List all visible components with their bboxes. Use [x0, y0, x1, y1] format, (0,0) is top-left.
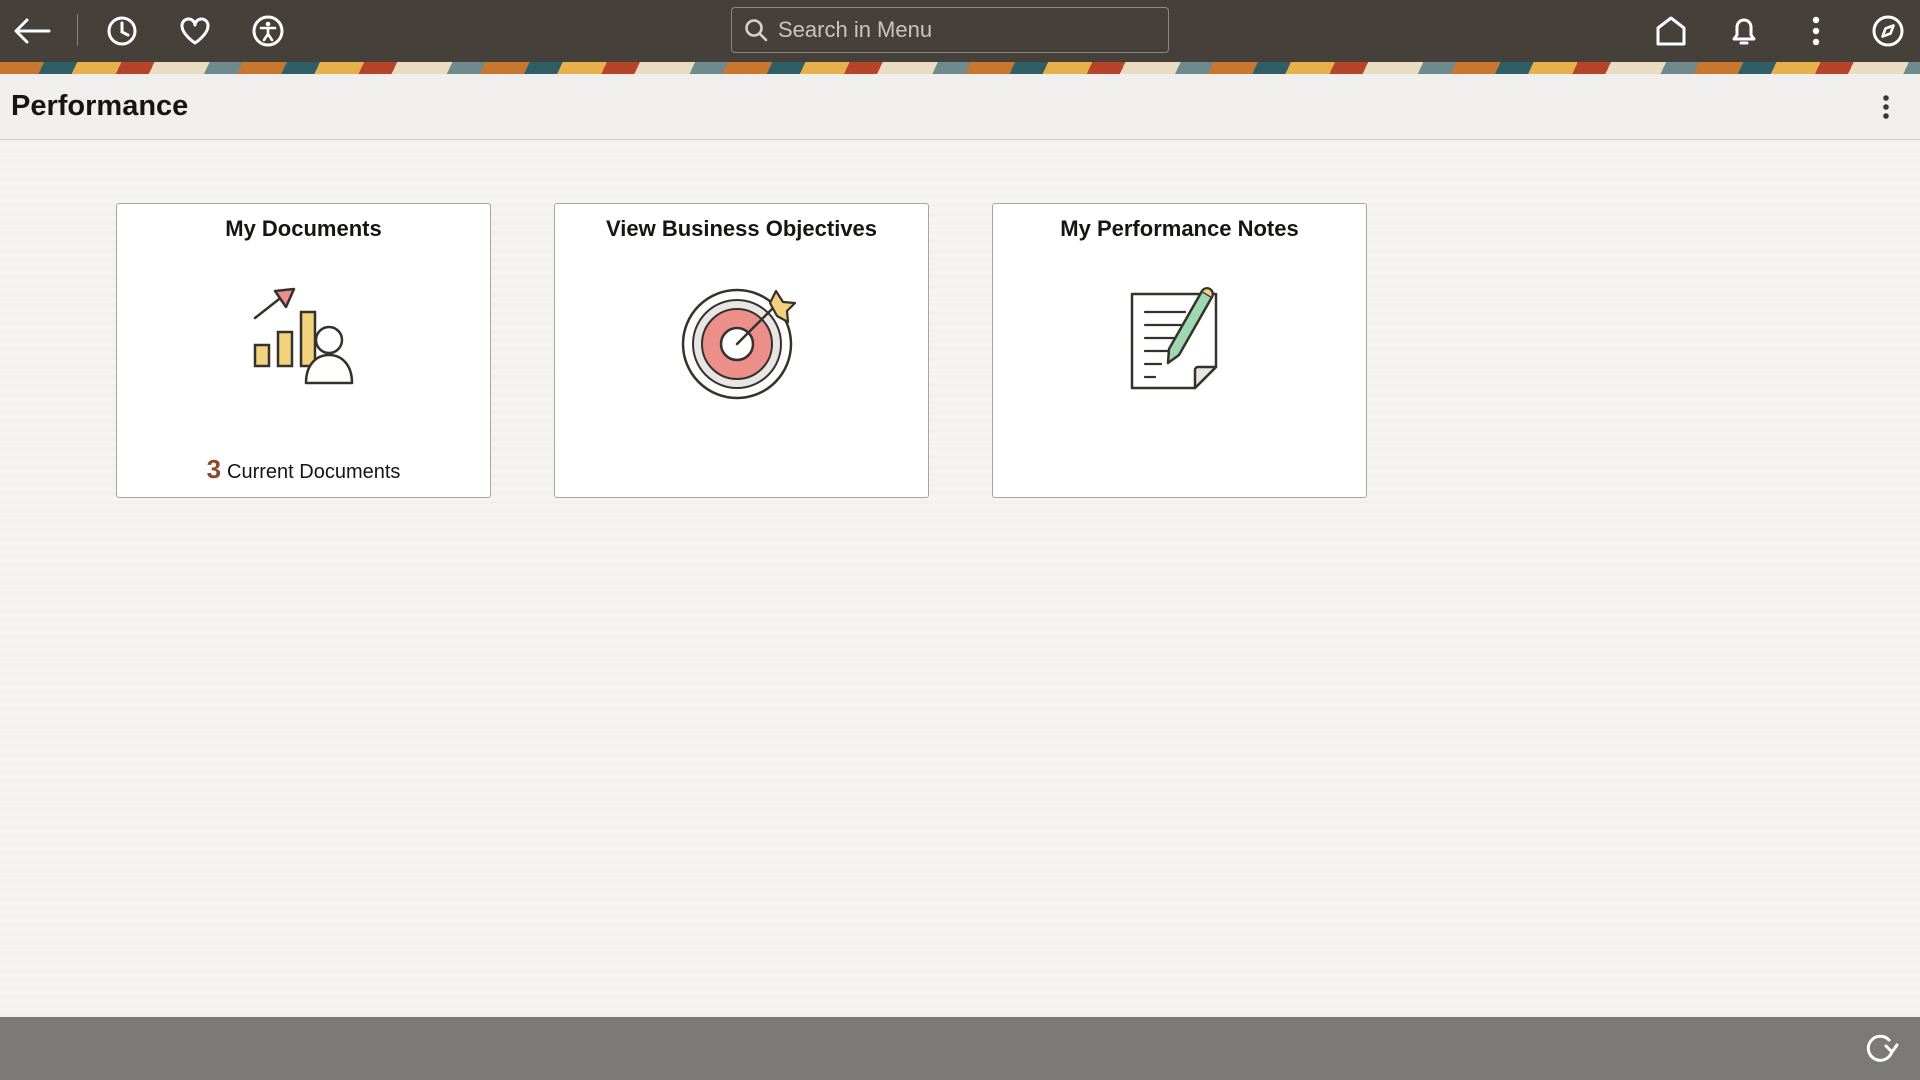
tile-title: My Documents [225, 216, 382, 241]
navigator-button[interactable] [1864, 7, 1912, 55]
refresh-button[interactable] [1862, 1031, 1902, 1067]
page-title: Performance [11, 90, 189, 122]
tile-footer: 3 Current Documents [117, 454, 490, 485]
navigator-compass-icon [1872, 15, 1904, 47]
tile-my-documents[interactable]: My Documents 3 Current Documents [116, 203, 491, 498]
back-button[interactable] [8, 7, 56, 55]
favorites-heart-icon [180, 17, 210, 45]
page-actions-button[interactable] [1870, 90, 1902, 124]
recent-places-button[interactable] [98, 7, 146, 55]
accessibility-button[interactable] [244, 7, 292, 55]
tile-view-business-objectives[interactable]: View Business Objectives [554, 203, 929, 498]
recent-history-icon [107, 16, 137, 46]
refresh-icon [1866, 1034, 1899, 1062]
decorative-banner [0, 62, 1920, 74]
tile-title: My Performance Notes [1060, 216, 1299, 241]
document-count-label: Current Documents [227, 461, 401, 483]
tile-title: View Business Objectives [605, 216, 878, 241]
home-button[interactable] [1647, 7, 1695, 55]
home-icon [1656, 16, 1686, 46]
header-divider [77, 14, 78, 46]
tile-area: My Documents 3 Current Documents View Bus… [0, 141, 1920, 1017]
back-arrow-icon [14, 18, 51, 44]
menu-search-box[interactable] [731, 7, 1169, 53]
footer-bar [0, 1017, 1920, 1080]
search-input[interactable] [778, 17, 1148, 43]
notepad-pencil-icon [993, 280, 1366, 400]
page-header: Performance [0, 74, 1920, 140]
more-actions-icon [1812, 16, 1820, 46]
accessibility-icon [252, 15, 284, 47]
search-icon [745, 19, 768, 42]
actions-menu-button[interactable] [1792, 7, 1840, 55]
target-bullseye-icon [555, 280, 928, 400]
notifications-bell-icon [1732, 18, 1756, 45]
more-options-icon [1883, 95, 1889, 119]
notifications-button[interactable] [1720, 7, 1768, 55]
performance-chart-person-icon [117, 280, 490, 400]
tile-my-performance-notes[interactable]: My Performance Notes [992, 203, 1367, 498]
document-count: 3 [206, 454, 222, 484]
favorites-button[interactable] [171, 7, 219, 55]
global-header [0, 0, 1920, 62]
